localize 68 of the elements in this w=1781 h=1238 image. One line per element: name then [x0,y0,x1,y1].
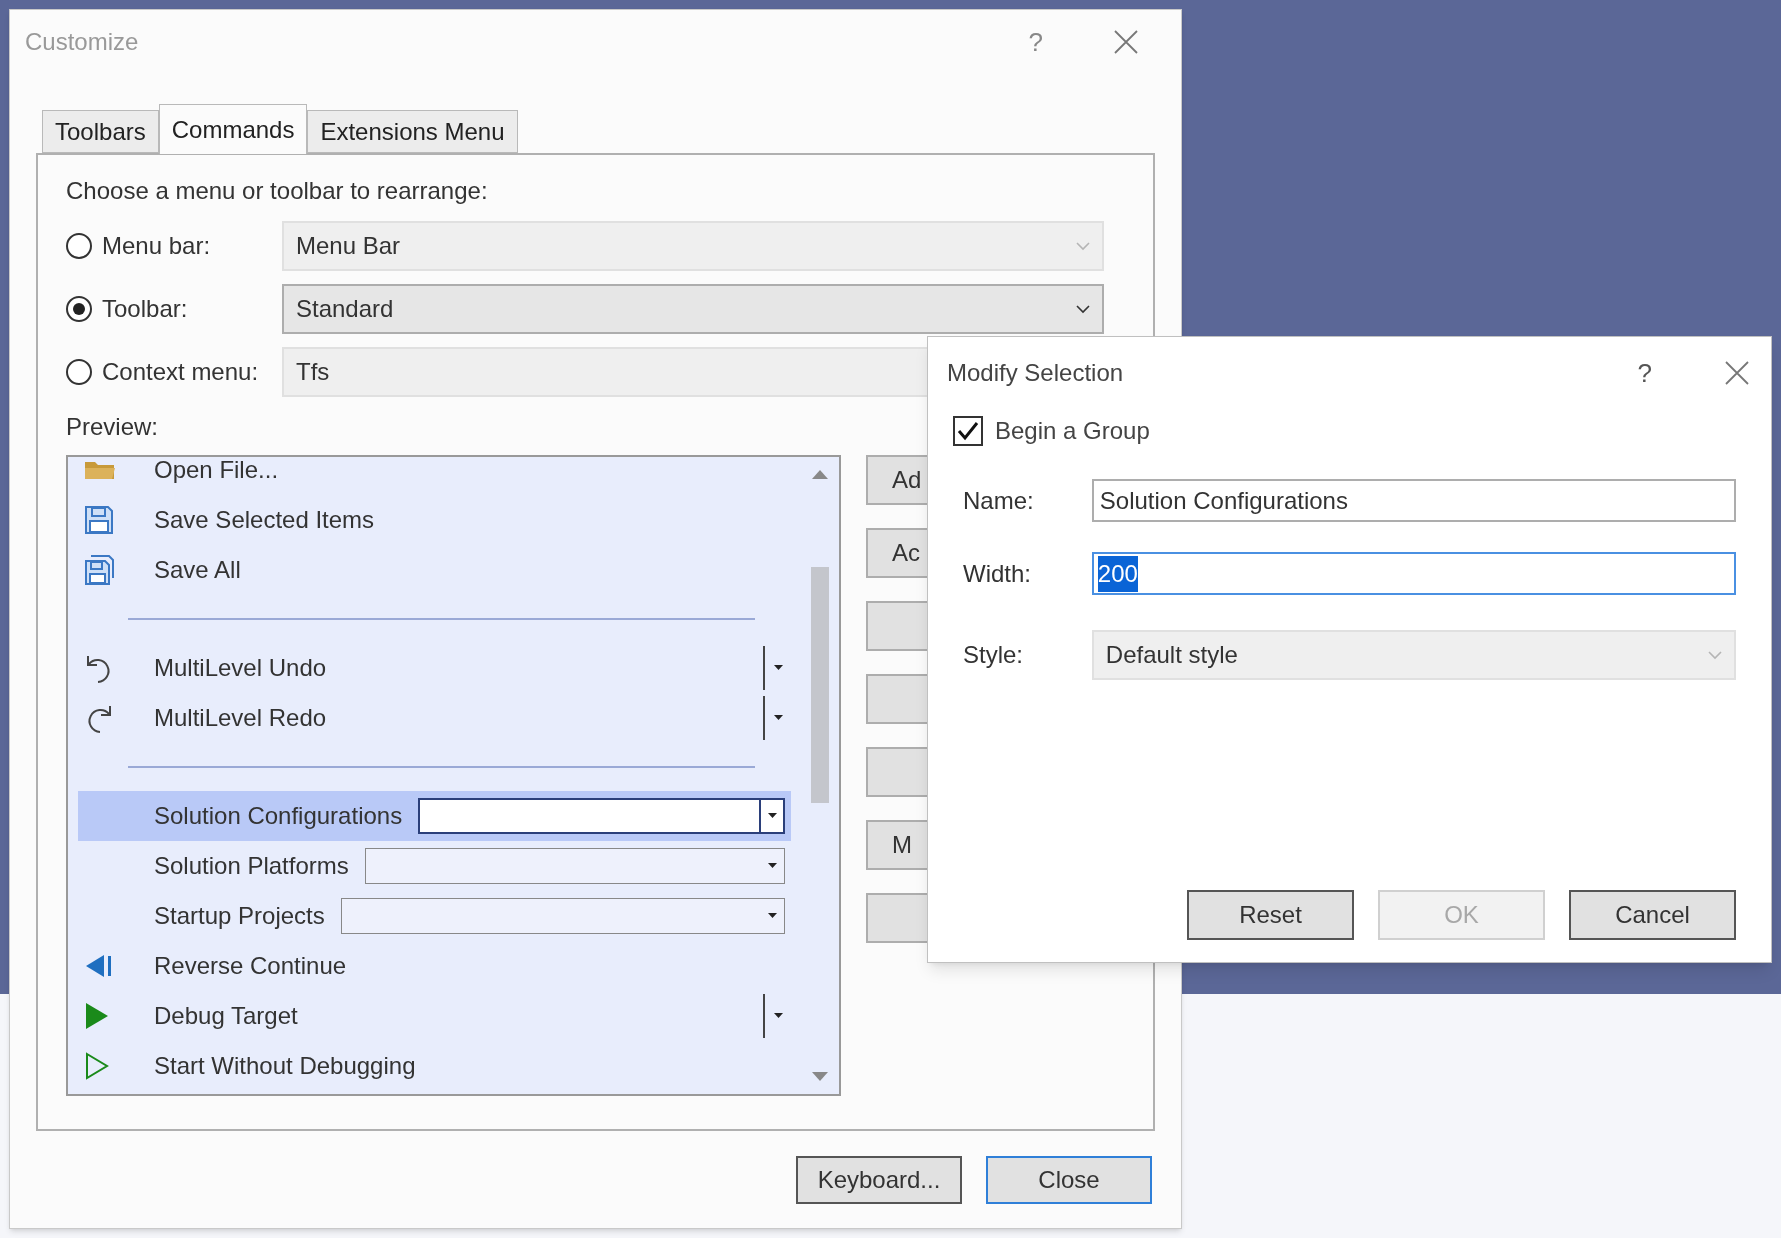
dropdown-arrow-icon[interactable] [767,813,777,819]
radio-button[interactable] [66,296,92,322]
option-label: Menu bar: [102,231,212,261]
preview-item[interactable]: Save All [78,545,791,595]
checkbox[interactable] [953,416,983,446]
chevron-icon [1708,650,1722,660]
reverse-play-icon [84,954,114,978]
scroll-thumb[interactable] [811,567,829,803]
preview-item[interactable]: Save Selected Items [78,495,791,545]
split-dropdown[interactable] [763,994,783,1038]
item-label: Solution Configurations [154,801,403,831]
close-icon[interactable] [1724,360,1750,386]
item-label: Reverse Continue [154,951,347,981]
save-icon [84,505,114,535]
field-label: Style: [963,640,1025,670]
item-label: Start Without Debugging [154,1051,416,1081]
scroll-down-icon[interactable] [812,1072,828,1082]
item-label: Solution Platforms [154,851,349,881]
item-label: MultiLevel Redo [154,703,327,733]
dropdown[interactable]: Standard [282,284,1104,334]
preview-item[interactable]: Reverse Continue [78,941,791,991]
window-title: Customize [25,27,139,57]
checkbox-label: Begin a Group [995,416,1150,446]
option-label: Toolbar: [102,294,189,324]
item-label: Startup Projects [154,901,325,931]
help-button[interactable]: ? [1637,353,1652,393]
preview-item[interactable]: Open File... [78,457,791,495]
field-label: Width: [963,558,1032,589]
save-all-icon [84,555,114,585]
preview-item[interactable]: Solution Configurations [78,791,791,841]
dialog-button[interactable]: Keyboard... [796,1156,962,1204]
dialog-button[interactable]: Close [986,1156,1152,1204]
preview-item[interactable]: Debug Target [78,991,791,1041]
tab[interactable]: Commands [158,104,308,154]
dropdown-arrow-icon[interactable] [774,665,783,671]
close-icon[interactable] [1113,29,1139,55]
scroll-up-icon[interactable] [812,469,828,479]
field-label: Name: [963,485,1035,516]
preview-label: Preview: [66,412,159,442]
play-icon [84,1002,110,1030]
preview-item[interactable]: MultiLevel Undo [78,643,791,693]
item-label: Save All [154,555,241,585]
preview-item[interactable]: MultiLevel Redo [78,693,791,743]
dialog-button[interactable]: Reset [1187,890,1354,940]
option-label: Context menu: [102,357,260,387]
dropdown-arrow-icon[interactable] [767,913,777,919]
split-dropdown[interactable] [763,646,783,690]
dropdown-arrow-icon[interactable] [774,1013,783,1019]
play-outline-icon [84,1052,110,1080]
dropdown-arrow-icon[interactable] [767,863,777,869]
width-field[interactable]: 200 [1091,552,1736,595]
item-label: Debug Target [154,1001,298,1031]
name-field[interactable]: Solution Configurations [1091,479,1736,522]
preview-item[interactable]: Start Without Debugging [78,1041,791,1091]
instruction-text: Choose a menu or toolbar to rearrange: [66,176,489,206]
tab[interactable]: Toolbars [42,110,159,153]
item-label: Save Selected Items [154,505,375,535]
split-dropdown[interactable] [763,696,783,740]
chevron-icon [1076,304,1090,314]
preview-item[interactable]: Solution Platforms [78,841,791,891]
item-label: MultiLevel Undo [154,653,327,683]
tab[interactable]: Extensions Menu [307,110,518,153]
folder-icon [84,460,116,480]
preview-item[interactable]: Startup Projects [78,891,791,941]
item-label: Open File... [154,457,279,485]
dropdown-arrow-icon[interactable] [774,715,783,721]
dialog-button[interactable]: Cancel [1569,890,1736,940]
chevron-icon [1076,241,1090,251]
